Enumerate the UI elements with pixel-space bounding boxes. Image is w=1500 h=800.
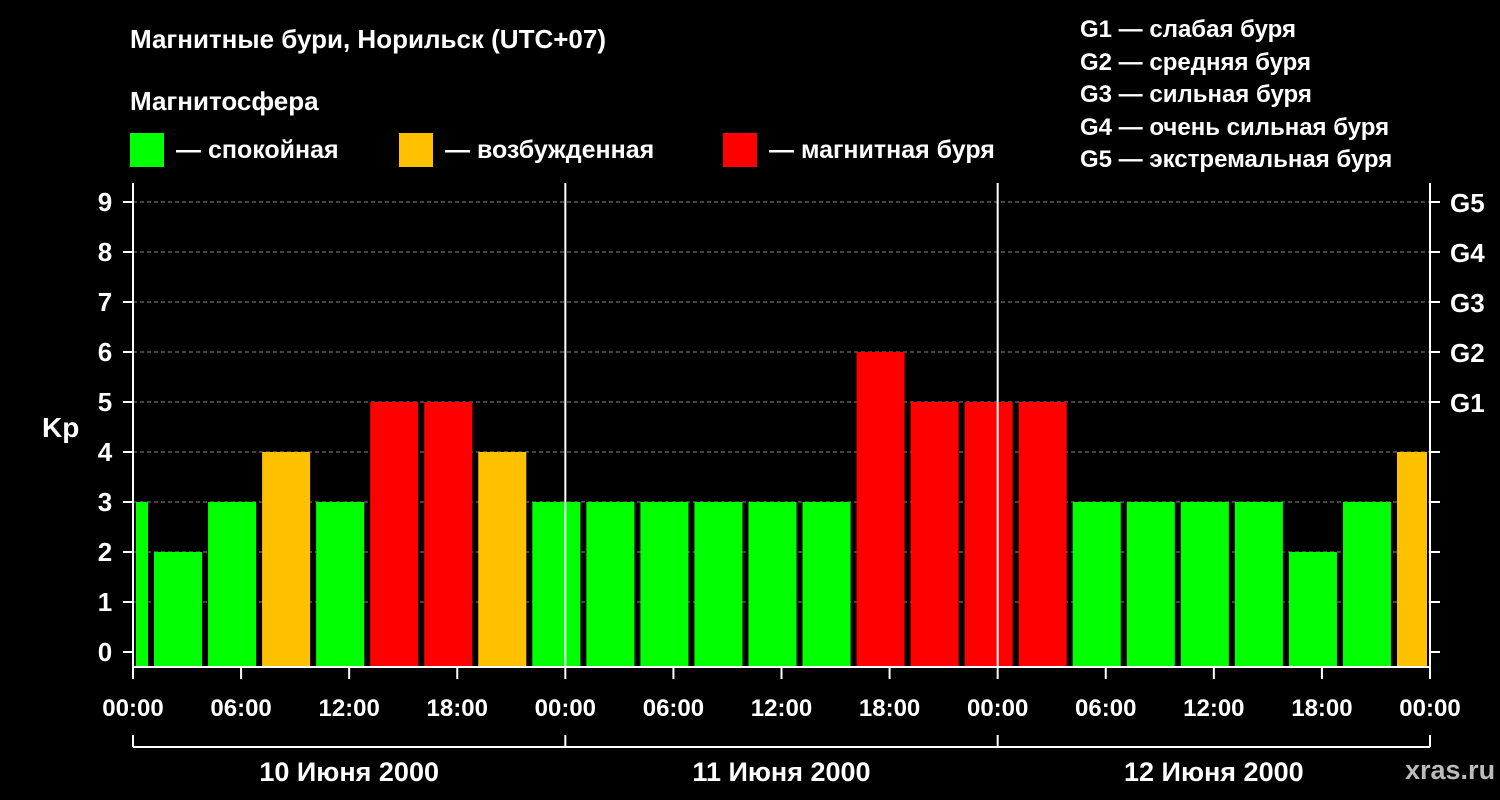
y-tick-label-8: 8 — [98, 237, 112, 267]
day-label-1: 11 Июня 2000 — [692, 757, 870, 787]
x-tick-label-3: 18:00 — [427, 695, 488, 722]
kp-bar-7 — [478, 452, 527, 667]
x-tick-label-5: 06:00 — [643, 695, 704, 722]
kp-bar-3 — [262, 452, 311, 667]
kp-bar-24 — [1396, 452, 1427, 667]
right-tick-label-g5: G5 — [1450, 188, 1485, 218]
kp-bar-15 — [910, 402, 959, 667]
y-tick-label-7: 7 — [98, 287, 112, 317]
kp-bar-4 — [316, 502, 365, 667]
y-tick-label-5: 5 — [98, 387, 112, 417]
x-tick-label-10: 12:00 — [1183, 695, 1244, 722]
x-tick-label-7: 18:00 — [859, 695, 920, 722]
y-tick-label-0: 0 — [98, 637, 112, 667]
x-tick-label-12: 00:00 — [1399, 695, 1460, 722]
kp-bar-22 — [1288, 552, 1337, 667]
x-tick-label-8: 00:00 — [967, 695, 1028, 722]
kp-bar-11 — [694, 502, 743, 667]
kp-bar-8 — [532, 502, 581, 667]
kp-bar-0 — [136, 502, 149, 667]
x-tick-label-4: 00:00 — [535, 695, 596, 722]
right-tick-label-g1: G1 — [1450, 388, 1485, 418]
day-label-2: 12 Июня 2000 — [1124, 757, 1304, 787]
kp-bar-10 — [640, 502, 689, 667]
right-tick-label-g2: G2 — [1450, 338, 1485, 368]
kp-bar-14 — [856, 352, 905, 667]
day-label-0: 10 Июня 2000 — [259, 757, 439, 787]
kp-bar-19 — [1126, 502, 1175, 667]
x-tick-label-0: 00:00 — [102, 695, 163, 722]
x-tick-label-11: 18:00 — [1291, 695, 1352, 722]
kp-bar-21 — [1234, 502, 1283, 667]
kp-bar-9 — [586, 502, 635, 667]
y-tick-label-3: 3 — [98, 487, 112, 517]
right-tick-label-g3: G3 — [1450, 288, 1485, 318]
kp-bar-20 — [1180, 502, 1229, 667]
kp-bar-18 — [1072, 502, 1121, 667]
kp-bar-17 — [1018, 402, 1067, 667]
kp-bar-2 — [208, 502, 257, 667]
x-tick-label-6: 12:00 — [751, 695, 812, 722]
y-tick-label-9: 9 — [98, 187, 112, 217]
kp-bar-23 — [1342, 502, 1391, 667]
x-tick-label-2: 12:00 — [318, 695, 379, 722]
kp-bar-5 — [370, 402, 419, 667]
right-tick-label-g4: G4 — [1450, 238, 1485, 268]
x-tick-label-9: 06:00 — [1075, 695, 1136, 722]
kp-bar-16 — [964, 402, 1013, 667]
kp-bar-12 — [748, 502, 797, 667]
x-tick-label-1: 06:00 — [210, 695, 271, 722]
y-tick-label-2: 2 — [98, 537, 112, 567]
kp-bar-chart: 0 1 2 3 4 5 6 7 8 9 G1 G2 G3 G4 G5 00:00 06:00 12:00 18:00… — [98, 183, 1485, 787]
kp-bar-1 — [154, 552, 203, 667]
kp-bar-13 — [802, 502, 851, 667]
y-tick-label-4: 4 — [98, 437, 113, 467]
y-tick-label-1: 1 — [98, 587, 112, 617]
kp-bar-6 — [424, 402, 473, 667]
y-tick-label-6: 6 — [98, 337, 112, 367]
